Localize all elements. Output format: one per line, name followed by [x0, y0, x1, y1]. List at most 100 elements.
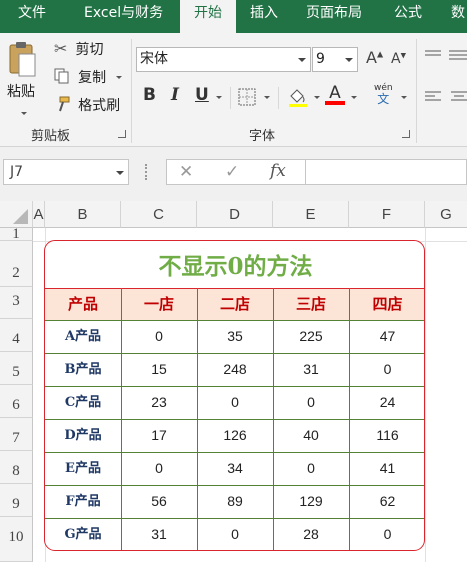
header-cell-store3[interactable]: 三店 [273, 288, 349, 320]
table-cell[interactable]: 28 [273, 518, 349, 550]
format-painter-button[interactable]: 格式刷 [54, 95, 120, 115]
align-top-icons[interactable] [423, 48, 467, 62]
clipboard-launcher-icon[interactable] [118, 130, 126, 138]
column-header-a[interactable]: A [33, 201, 45, 228]
product-cell[interactable]: G产品 [45, 518, 121, 550]
align-left-icons[interactable] [423, 90, 467, 104]
font-size-combo[interactable]: 9 [312, 47, 358, 72]
table-cell[interactable]: 31 [121, 518, 197, 550]
name-box-dropdown-icon[interactable] [116, 171, 124, 175]
table-cell[interactable]: 116 [349, 419, 424, 452]
phonetic-dropdown-icon[interactable] [401, 96, 407, 99]
product-cell[interactable]: B产品 [45, 353, 121, 386]
table-cell[interactable]: 35 [197, 320, 273, 353]
row-header-3[interactable]: 3 [0, 287, 33, 319]
copy-button[interactable]: 复制 [54, 67, 123, 87]
header-cell-store1[interactable]: 一店 [121, 288, 197, 320]
header-cell-product[interactable]: 产品 [45, 288, 121, 320]
column-header-b[interactable]: B [45, 201, 121, 228]
select-all-corner[interactable] [0, 201, 33, 228]
table-cell[interactable]: 0 [197, 386, 273, 419]
table-cell[interactable]: 34 [197, 452, 273, 485]
product-cell[interactable]: F产品 [45, 485, 121, 518]
table-cell[interactable]: 47 [349, 320, 424, 353]
table-cell[interactable]: 24 [349, 386, 424, 419]
column-header-g[interactable]: G [425, 201, 467, 228]
cancel-icon[interactable]: ✕ [179, 162, 193, 182]
increase-font-size-button[interactable]: A▲ [366, 48, 383, 67]
table-title[interactable]: 不显示0的方法 [45, 241, 424, 288]
row-header-2[interactable]: 2 [0, 241, 33, 287]
table-cell[interactable]: 225 [273, 320, 349, 353]
table-cell[interactable]: 248 [197, 353, 273, 386]
cut-button[interactable]: ✂ 剪切 [54, 39, 104, 59]
fill-color-dropdown-icon[interactable] [314, 96, 320, 99]
column-header-d[interactable]: D [197, 201, 273, 228]
row-header-7[interactable]: 7 [0, 418, 33, 451]
name-box[interactable]: J7 [3, 159, 129, 185]
table-cell[interactable]: 17 [121, 419, 197, 452]
font-name-combo[interactable]: 宋体 [136, 47, 311, 72]
table-cell[interactable]: 0 [273, 386, 349, 419]
table-cell[interactable]: 126 [197, 419, 273, 452]
formula-bar-splitter[interactable] [145, 164, 148, 180]
column-header-c[interactable]: C [121, 201, 197, 228]
row-header-6[interactable]: 6 [0, 385, 33, 418]
table-cell[interactable]: 129 [273, 485, 349, 518]
product-cell[interactable]: D产品 [45, 419, 121, 452]
tab-home[interactable]: 开始 [180, 0, 236, 33]
header-cell-store4[interactable]: 四店 [349, 288, 424, 320]
font-color-dropdown-icon[interactable] [351, 96, 357, 99]
insert-function-icon[interactable]: fx [270, 161, 286, 181]
fill-color-icon[interactable] [287, 86, 309, 108]
tab-formulas[interactable]: 公式 [394, 0, 422, 33]
table-cell[interactable]: 41 [349, 452, 424, 485]
table-cell[interactable]: 62 [349, 485, 424, 518]
tab-insert[interactable]: 插入 [250, 0, 278, 33]
column-header-f[interactable]: F [349, 201, 425, 228]
table-cell[interactable]: 56 [121, 485, 197, 518]
table-cell[interactable]: 0 [121, 320, 197, 353]
tab-page-layout[interactable]: 页面布局 [306, 0, 362, 33]
table-cell[interactable]: 89 [197, 485, 273, 518]
paste-dropdown-icon[interactable] [21, 112, 27, 115]
italic-button[interactable]: I [171, 85, 179, 105]
row-header-9[interactable]: 9 [0, 484, 33, 517]
decrease-font-size-button[interactable]: A▼ [391, 51, 406, 67]
table-cell[interactable]: 31 [273, 353, 349, 386]
row-header-10[interactable]: 10 [0, 517, 33, 562]
table-cell[interactable]: 0 [197, 518, 273, 550]
copy-dropdown-icon[interactable] [116, 76, 123, 79]
table-cell[interactable]: 15 [121, 353, 197, 386]
font-size-dropdown-icon[interactable] [345, 58, 353, 62]
table-cell[interactable]: 0 [273, 452, 349, 485]
table-cell[interactable]: 40 [273, 419, 349, 452]
enter-icon[interactable]: ✓ [225, 162, 239, 182]
tab-excel-finance[interactable]: Excel与财务 [84, 0, 163, 33]
font-launcher-icon[interactable] [402, 130, 410, 138]
underline-button[interactable]: U [195, 85, 209, 105]
row-header-4[interactable]: 4 [0, 319, 33, 352]
borders-dropdown-icon[interactable] [264, 96, 270, 99]
product-cell[interactable]: E产品 [45, 452, 121, 485]
formula-input[interactable] [306, 159, 467, 185]
header-cell-store2[interactable]: 二店 [197, 288, 273, 320]
font-color-button[interactable]: A [325, 83, 345, 105]
row-header-8[interactable]: 8 [0, 451, 33, 484]
row-header-1[interactable]: 1 [0, 227, 33, 242]
borders-icon[interactable] [238, 88, 256, 106]
tab-file[interactable]: 文件 [18, 0, 46, 33]
tab-data[interactable]: 数 [451, 0, 465, 33]
row-header-5[interactable]: 5 [0, 352, 33, 385]
font-name-dropdown-icon[interactable] [298, 58, 306, 62]
paste-button[interactable]: 粘贴 [7, 40, 43, 124]
bold-button[interactable]: B [143, 85, 156, 105]
table-cell[interactable]: 0 [349, 353, 424, 386]
table-cell[interactable]: 0 [349, 518, 424, 550]
column-header-e[interactable]: E [273, 201, 349, 228]
table-cell[interactable]: 23 [121, 386, 197, 419]
phonetic-guide-button[interactable]: wén 文 [374, 83, 393, 105]
table-cell[interactable]: 0 [121, 452, 197, 485]
product-cell[interactable]: A产品 [45, 320, 121, 353]
underline-dropdown-icon[interactable] [216, 96, 222, 99]
